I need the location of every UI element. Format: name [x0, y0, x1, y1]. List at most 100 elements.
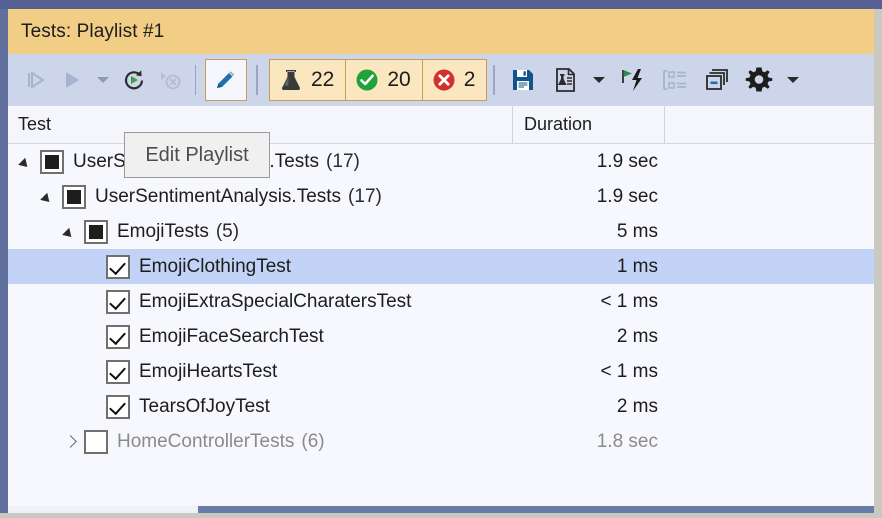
total-tests-badge[interactable]: 22 [269, 59, 347, 101]
table-row[interactable]: HomeControllerTests (6) 1.8 sec [8, 424, 874, 459]
test-name: EmojiTests [117, 220, 209, 242]
row-checkbox[interactable] [40, 149, 64, 174]
chevron-right-icon[interactable] [64, 435, 78, 449]
chevron-down-icon[interactable] [64, 225, 78, 239]
save-icon [510, 67, 536, 93]
chevron-down-icon[interactable] [42, 190, 56, 204]
repeat-run-icon [122, 68, 146, 92]
test-count: (17) [326, 150, 360, 172]
test-explorer-window: Tests: Playlist #1 22 20 2 Test Duration… [0, 0, 882, 518]
error-circle-icon [432, 68, 456, 92]
options-button[interactable] [738, 60, 780, 100]
test-name: TearsOfJoyTest [139, 395, 270, 417]
gear-icon [745, 66, 773, 94]
run-icon [61, 69, 83, 91]
test-count: (17) [348, 185, 382, 207]
row-checkbox[interactable] [84, 219, 108, 244]
test-count: (6) [301, 430, 325, 452]
test-duration: < 1 ms [600, 360, 658, 382]
toolbar-separator-3 [493, 65, 496, 95]
chevron-down-icon [96, 75, 110, 85]
stop-button[interactable] [152, 60, 188, 100]
stop-icon [158, 69, 182, 91]
column-header-extra[interactable] [664, 106, 874, 143]
twisty-placeholder [86, 400, 100, 414]
chevron-down-icon[interactable] [20, 155, 34, 169]
window-bottom-border [0, 513, 882, 518]
column-header-duration[interactable]: Duration [512, 106, 664, 143]
chevron-down-icon [592, 75, 606, 85]
test-name: EmojiFaceSearchTest [139, 325, 324, 347]
edit-playlist-tooltip: Edit Playlist [124, 132, 270, 178]
column-header-duration-label: Duration [524, 114, 593, 134]
total-tests-count: 22 [311, 68, 335, 91]
copy-button[interactable] [696, 60, 738, 100]
edit-playlist-button[interactable] [205, 59, 247, 101]
run-button[interactable] [54, 60, 90, 100]
test-duration: < 1 ms [600, 290, 658, 312]
toolbar: 22 20 2 [8, 54, 874, 106]
window-title: Tests: Playlist #1 [21, 20, 165, 42]
twisty-placeholder [86, 260, 100, 274]
row-checkbox[interactable] [106, 254, 130, 279]
failed-tests-badge[interactable]: 2 [421, 59, 488, 101]
passed-tests-badge[interactable]: 20 [345, 59, 423, 101]
row-checkbox[interactable] [106, 324, 130, 349]
copy-windows-icon [704, 68, 730, 92]
group-by-button[interactable] [654, 60, 696, 100]
row-checkbox[interactable] [106, 394, 130, 419]
test-name: UserSentimentAnalysis.Tests [95, 185, 342, 207]
table-row[interactable]: UserSentimentAnalysis.Tests (17) 1.9 sec [8, 179, 874, 214]
table-row[interactable]: EmojiHeartsTest < 1 ms [8, 354, 874, 389]
test-list[interactable]: UserSentimentAnalysis.Tests(17)1.9 secUs… [8, 144, 874, 506]
table-row[interactable]: EmojiClothingTest 1 ms [8, 249, 874, 284]
twisty-placeholder [86, 295, 100, 309]
window-right-border [874, 9, 882, 518]
save-playlist-button[interactable] [502, 60, 544, 100]
chevron-down-icon [786, 75, 800, 85]
test-count: (5) [215, 220, 240, 242]
test-summary-badges: 22 20 2 [269, 59, 488, 101]
run-until-failure-button[interactable] [612, 60, 654, 100]
flask-icon [279, 67, 303, 93]
row-checkbox[interactable] [84, 429, 108, 454]
failed-tests-count: 2 [463, 68, 476, 91]
test-duration: 1 ms [616, 255, 658, 277]
column-header-test-label: Test [18, 114, 52, 134]
passed-tests-count: 20 [387, 68, 411, 91]
run-flash-icon [619, 67, 647, 93]
test-duration: 1.8 sec [596, 430, 658, 452]
test-name: EmojiHeartsTest [139, 360, 278, 382]
table-row[interactable]: TearsOfJoyTest 2 ms [8, 389, 874, 424]
table-row[interactable]: EmojiTests (5) 5 ms [8, 214, 874, 249]
test-name: EmojiExtraSpecialCharatersTest [139, 290, 412, 312]
options-dropdown-button[interactable] [780, 60, 806, 100]
test-duration: 2 ms [616, 395, 658, 417]
run-dropdown-button[interactable] [90, 60, 116, 100]
test-document-icon [552, 67, 578, 93]
horizontal-scrollbar-thumb[interactable] [198, 506, 874, 513]
row-checkbox[interactable] [106, 289, 130, 314]
hierarchy-list-icon [661, 68, 689, 92]
test-duration: 2 ms [616, 325, 658, 347]
window-left-border [0, 9, 8, 513]
edit-playlist-tooltip-label: Edit Playlist [145, 143, 249, 166]
row-checkbox[interactable] [62, 184, 86, 209]
test-settings-button[interactable] [544, 60, 586, 100]
table-row[interactable]: EmojiExtraSpecialCharatersTest < 1 ms [8, 284, 874, 319]
repeat-last-run-button[interactable] [116, 60, 152, 100]
row-checkbox[interactable] [106, 359, 130, 384]
table-row[interactable]: EmojiFaceSearchTest 2 ms [8, 319, 874, 354]
test-name: EmojiClothingTest [139, 255, 292, 277]
window-title-bar: Tests: Playlist #1 [8, 9, 874, 54]
test-settings-dropdown-button[interactable] [586, 60, 612, 100]
twisty-placeholder [86, 365, 100, 379]
toolbar-separator [195, 65, 196, 95]
check-circle-icon [355, 68, 379, 92]
window-top-border [0, 0, 882, 9]
run-all-tests-button[interactable] [18, 60, 54, 100]
toolbar-separator-2 [256, 65, 258, 95]
test-duration: 1.9 sec [596, 150, 658, 172]
test-duration: 5 ms [616, 220, 658, 242]
run-all-icon [25, 69, 47, 91]
